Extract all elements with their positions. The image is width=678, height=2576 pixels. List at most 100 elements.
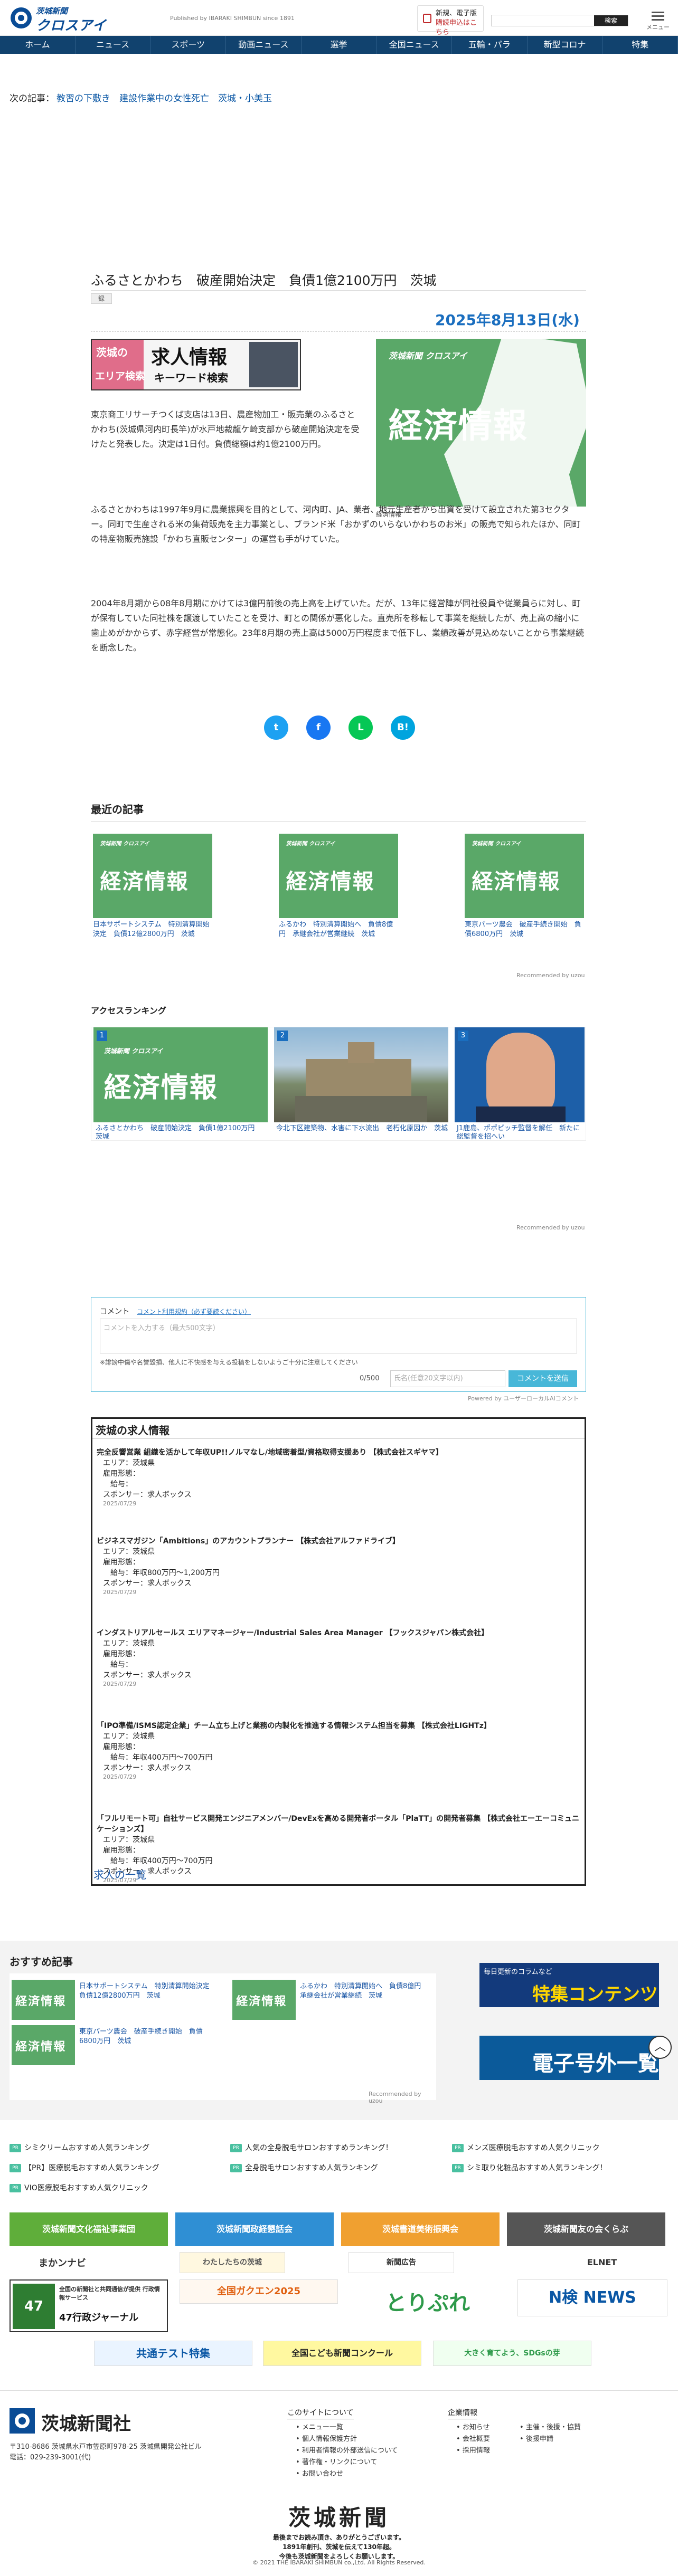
org-welfare-banner[interactable]: 茨城新聞文化福祉事業団 (10, 2212, 168, 2246)
jobs-more-link[interactable]: 求人の一覧 (93, 1866, 146, 1882)
nav-home[interactable]: ホーム (0, 36, 76, 54)
footer-link[interactable]: • 会社概要 (456, 2434, 490, 2445)
comment-textarea[interactable]: コメントを入力する（最大500文字） (100, 1319, 577, 1353)
footer-link[interactable]: • 著作権・リンクについて (296, 2457, 398, 2468)
footer-name: 茨城新聞社 (41, 2413, 131, 2435)
facebook-share-icon[interactable]: f (306, 715, 331, 740)
divider (91, 331, 586, 332)
footer-link[interactable]: • お知らせ (456, 2422, 490, 2434)
recommended-item[interactable]: 経済情報 ふるかわ 特別清算開始へ 負債8億円 承継会社が営業継続 茨城 (232, 1980, 433, 2020)
job-search-banner[interactable]: 茨城の エリア検索 求人情報 キーワード検索 (91, 339, 301, 390)
article-thumb: 経済情報 (12, 2025, 75, 2065)
uzou-credit: Recommended by uzou (516, 1224, 585, 1231)
nav-sports[interactable]: スポーツ (150, 36, 227, 54)
nav-national[interactable]: 全国ニュース (376, 36, 453, 54)
gakuen-banner[interactable]: 全国ガクエン2025 (180, 2279, 338, 2304)
post-comment-button[interactable]: コメントを送信 (508, 1370, 577, 1387)
global-nav: ホーム ニュース スポーツ 動画ニュース 選挙 全国ニュース 五輪・パラ 新型コ… (0, 36, 678, 54)
gyosei-journal-banner[interactable]: 47 全国の新聞社と共同通信が提供 行政情報サービス 47行政ジャーナル (10, 2279, 168, 2332)
recommended-item[interactable]: 経済情報 東京パーツ農会 破産手続き開始 負債6800万円 茨城 (12, 2025, 212, 2065)
divider (91, 290, 586, 291)
line-share-icon[interactable]: L (349, 715, 373, 740)
footer-logo[interactable]: 茨城新聞社 (10, 2407, 136, 2435)
recent-article-card[interactable]: 茨城新聞 クロスアイ 経済情報 東京パーツ農会 破産手続き開始 負債6800万円 … (465, 834, 584, 939)
nickname-input[interactable]: 氏名(任意20文字以内) (390, 1370, 505, 1387)
article-thumb: 茨城新聞 クロスアイ 経済情報 (93, 1027, 268, 1122)
pr-link[interactable]: PR VIO医療脱毛おすすめ人気クリニック (10, 2182, 148, 2193)
recommended-item[interactable]: 経済情報 日本サポートシステム 特別清算開始決定 負債12億2800万円 茨城 (12, 1980, 216, 2020)
common-test-banner[interactable]: 共通テスト特集 (94, 2341, 252, 2366)
recent-article-card[interactable]: 茨城新聞 クロスアイ 経済情報 ふるかわ 特別清算開始へ 負債8億円 承継会社が営… (279, 834, 398, 939)
org-friends-banner[interactable]: 茨城新聞友の会くらぶ (507, 2212, 665, 2246)
ranking-item[interactable]: 2 今北下区建築物、水害に下水流出 老朽化原因か 茨城 (274, 1027, 448, 1141)
pr-link[interactable]: PR 【PR】医療脱毛おすすめ人気ランキング (10, 2162, 159, 2173)
job-sponsor: 求人ボックス (147, 1579, 192, 1588)
comment-label: コメント コメント利用規約（必ず要読ください） (100, 1308, 251, 1316)
logo-emblem-icon (11, 7, 32, 28)
job-name[interactable]: ビジネスマガジン「Ambitions」のアカウントプランナー 【株式会社アルファ… (97, 1536, 582, 1547)
job-name[interactable]: 「IPO準備/ISMS認定企業」チーム立ち上げと業務の内製化を推進する情報システ… (97, 1721, 582, 1731)
footer-link[interactable]: • メニュー一覧 (296, 2422, 398, 2434)
job-item[interactable]: インダストリアルセールス エリアマネージャー/Industrial Sales … (97, 1628, 582, 1688)
footer-link[interactable]: • お問い合わせ (296, 2468, 398, 2480)
site-header: 茨城新聞 クロスアイ Published by IBARAKI SHIMBUN … (0, 0, 678, 36)
pr-icon: PR (230, 2144, 242, 2152)
menu-button[interactable]: メニュー (646, 9, 670, 31)
job-name[interactable]: インダストリアルセールス エリアマネージャー/Industrial Sales … (97, 1628, 582, 1638)
footer-masthead: 茨城新聞 (288, 2505, 390, 2531)
article-thumb (455, 1027, 585, 1122)
n-ken-banner[interactable]: N検 NEWS (517, 2279, 667, 2316)
footer-link[interactable]: • 個人情報保護方針 (296, 2434, 398, 2445)
pr-link[interactable]: PR 全身脱毛サロンおすすめ人気ランキング (230, 2162, 378, 2173)
twitter-share-icon[interactable]: t (264, 715, 288, 740)
digital-extra-banner[interactable]: 電子号外一覧 (479, 2036, 659, 2080)
subscribe-link[interactable]: 新規、電子版 購読申込はこちら (417, 5, 484, 36)
special-contents-banner[interactable]: 毎日更新のコラムなど 特集コンテンツ (479, 1963, 659, 2007)
rank-number: 1 (97, 1031, 107, 1041)
nav-features[interactable]: 特集 (602, 36, 678, 54)
ranking-item[interactable]: 3 J1鹿島、ポポビッチ監督を解任 新たに総監督を招へい (455, 1027, 585, 1141)
rank-number: 3 (458, 1031, 468, 1041)
pr-link[interactable]: PR シミ取り化粧品おすすめ人気ランキング！ (452, 2162, 607, 2173)
org-economic-banner[interactable]: 茨城新聞政経懇話会 (175, 2212, 334, 2246)
newspaper-ad-banner[interactable]: 新聞広告 (349, 2252, 454, 2273)
job-name[interactable]: 「フルリモート可」自社サービス開発エンジニアメンバー/DevExを高める開発者ポ… (97, 1814, 582, 1835)
nav-olympics[interactable]: 五輪・パラ (452, 36, 528, 54)
job-item[interactable]: 「IPO準備/ISMS認定企業」チーム立ち上げと業務の内製化を推進する情報システ… (97, 1721, 582, 1781)
newspaper-icon (423, 14, 431, 23)
site-logo[interactable]: 茨城新聞 クロスアイ (10, 4, 131, 34)
back-to-top-icon[interactable]: ︿ (648, 2036, 672, 2059)
job-item[interactable]: ビジネスマガジン「Ambitions」のアカウントプランナー 【株式会社アルファ… (97, 1536, 582, 1596)
nav-election[interactable]: 選挙 (302, 36, 377, 54)
recent-article-card[interactable]: 茨城新聞 クロスアイ 経済情報 日本サポートシステム 特別清算開始決定 負債12億… (93, 834, 212, 939)
subscribe-line2: 購読申込はこちら (436, 19, 477, 36)
next-article-link[interactable]: 教習の下敷き 建設作業中の女性死亡 茨城・小美玉 (56, 93, 272, 104)
job-name[interactable]: 完全反響営業 組織を活かして年収UP!!ノルマなし/地域密着型/資格取得支援あり… (97, 1447, 582, 1458)
job-item[interactable]: 完全反響営業 組織を活かして年収UP!!ノルマなし/地域密着型/資格取得支援あり… (97, 1447, 582, 1508)
hatena-share-icon[interactable]: B! (391, 715, 415, 740)
org-calligraphy-banner[interactable]: 茨城書道美術振興会 (341, 2212, 500, 2246)
search-button[interactable]: 検索 (594, 15, 628, 26)
comment-rules-link[interactable]: コメント利用規約（必ず要読ください） (137, 1308, 251, 1315)
footer-link[interactable]: • 利用者情報の外部送信について (296, 2445, 398, 2457)
kodomo-banner[interactable]: 全国こども新聞コンクール (263, 2341, 421, 2366)
job-listings: 茨城の求人情報 完全反響営業 組織を活かして年収UP!!ノルマなし/地域密着型/… (91, 1417, 586, 1886)
pr-link[interactable]: PR シミクリームおすすめ人気ランキング (10, 2142, 149, 2153)
kaba-banner[interactable]: わたしたちの茨城 (180, 2252, 285, 2273)
elnet-banner[interactable]: ELNET (560, 2252, 644, 2273)
pr-link[interactable]: PR 人気の全身脱毛サロンおすすめランキング！ (230, 2142, 393, 2153)
nav-news[interactable]: ニュース (76, 36, 151, 54)
footer-link[interactable]: • 主催・後援・協賛 (520, 2422, 581, 2434)
ranking-item[interactable]: 茨城新聞 クロスアイ 経済情報 1 ふるさとかわち 破産開始決定 負債1億2100… (93, 1027, 268, 1141)
job-item[interactable]: 「フルリモート可」自社サービス開発エンジニアメンバー/DevExを高める開発者ポ… (97, 1814, 582, 1884)
job-area: 茨城県 (133, 1732, 155, 1741)
makanavi-banner[interactable]: まかンナビ (10, 2253, 115, 2274)
nav-covid[interactable]: 新型コロナ (528, 36, 603, 54)
footer-link[interactable]: • 後援申請 (520, 2434, 581, 2445)
footer-link[interactable]: • 採用情報 (456, 2445, 490, 2457)
nav-video[interactable]: 動画ニュース (226, 36, 302, 54)
tripre-banner[interactable]: とりぷれ (349, 2285, 507, 2322)
published-by: Published by IBARAKI SHIMBUN since 1891 (170, 15, 295, 22)
pr-link[interactable]: PR メンズ医療脱毛おすすめ人気クリニック (452, 2142, 600, 2153)
sdgs-banner[interactable]: 大きく育てよう、SDGsの芽 (433, 2341, 591, 2366)
